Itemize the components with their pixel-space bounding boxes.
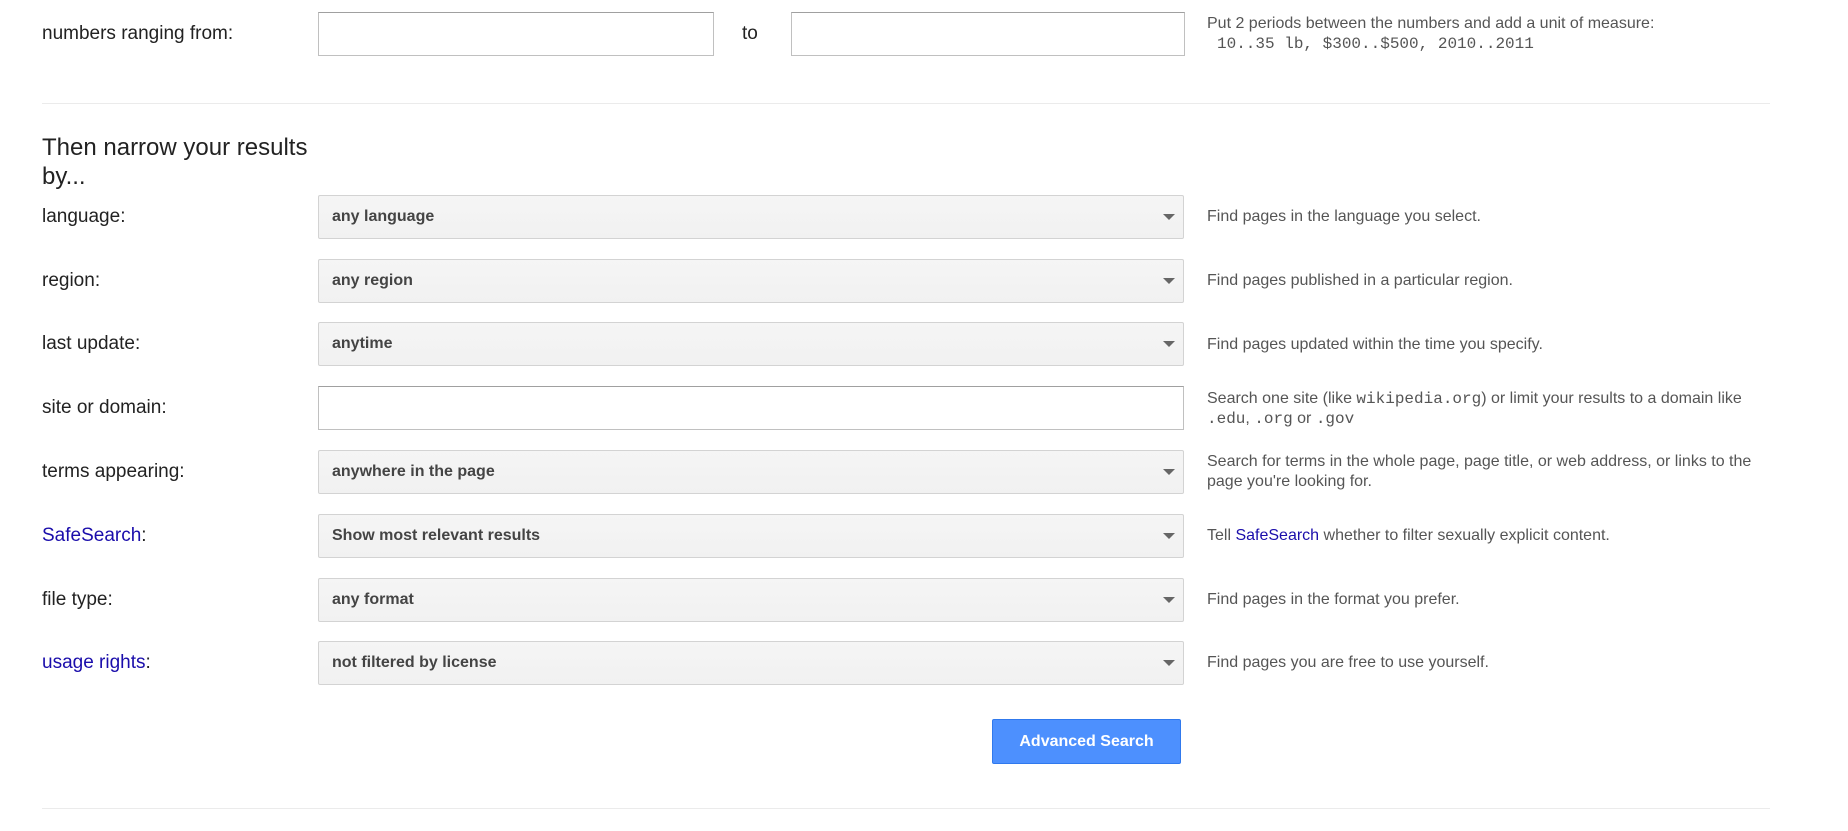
chevron-down-icon xyxy=(1163,341,1175,347)
safesearch-help-suffix: whether to filter sexually explicit cont… xyxy=(1319,527,1610,544)
top-divider xyxy=(42,103,1770,104)
usage-rights-label: usage rights: xyxy=(42,652,151,674)
numbers-help: Put 2 periods between the numbers and ad… xyxy=(1207,14,1787,54)
site-domain-help-or: or xyxy=(1292,410,1316,427)
last-update-help: Find pages updated within the time you s… xyxy=(1207,336,1543,353)
site-domain-input[interactable] xyxy=(318,386,1184,430)
site-domain-help-edu: .edu xyxy=(1207,410,1246,428)
usage-rights-label-link[interactable]: usage rights xyxy=(42,652,146,673)
usage-rights-help: Find pages you are free to use yourself. xyxy=(1207,654,1489,671)
site-domain-help-org: .org xyxy=(1254,410,1293,428)
file-type-help: Find pages in the format you prefer. xyxy=(1207,591,1460,608)
safesearch-label-link[interactable]: SafeSearch xyxy=(42,525,141,546)
chevron-down-icon xyxy=(1163,533,1175,539)
site-domain-help-gov: .gov xyxy=(1315,410,1355,428)
site-domain-help-middle: ) or limit your results to a domain like xyxy=(1481,390,1742,407)
bottom-divider xyxy=(42,808,1770,809)
safesearch-help-link[interactable]: SafeSearch xyxy=(1235,527,1319,544)
file-type-dropdown[interactable]: any format xyxy=(318,578,1184,622)
chevron-down-icon xyxy=(1163,214,1175,220)
terms-appearing-help: Search for terms in the whole page, page… xyxy=(1207,453,1752,490)
site-domain-help: Search one site (like wikipedia.org) or … xyxy=(1207,389,1787,429)
numbers-help-text: Put 2 periods between the numbers and ad… xyxy=(1207,15,1655,32)
safesearch-label-colon: : xyxy=(141,525,147,546)
region-label: region: xyxy=(42,270,101,291)
usage-rights-selected-value: not filtered by license xyxy=(332,654,497,671)
numbers-to-label: to xyxy=(742,23,758,44)
safesearch-label: SafeSearch: xyxy=(42,525,147,547)
safesearch-dropdown[interactable]: Show most relevant results xyxy=(318,514,1184,558)
safesearch-selected-value: Show most relevant results xyxy=(332,527,541,544)
site-domain-label: site or domain: xyxy=(42,397,167,418)
numbers-help-example: 10..35 lb, $300..$500, 2010..2011 xyxy=(1217,35,1534,53)
numbers-to-input[interactable] xyxy=(791,12,1185,56)
region-help: Find pages published in a particular reg… xyxy=(1207,272,1513,289)
chevron-down-icon xyxy=(1163,469,1175,475)
numbers-from-input[interactable] xyxy=(318,12,714,56)
file-type-selected-value: any format xyxy=(332,591,414,608)
last-update-selected-value: anytime xyxy=(332,335,393,352)
usage-rights-label-colon: : xyxy=(145,652,151,673)
safesearch-help: Tell SafeSearch whether to filter sexual… xyxy=(1207,526,1787,546)
language-help: Find pages in the language you select. xyxy=(1207,208,1481,225)
file-type-label: file type: xyxy=(42,589,113,610)
site-domain-help-example: wikipedia.org xyxy=(1356,390,1482,408)
site-domain-help-sep: , xyxy=(1245,410,1255,427)
safesearch-help-prefix: Tell xyxy=(1207,527,1236,544)
language-dropdown[interactable]: any language xyxy=(318,195,1184,239)
chevron-down-icon xyxy=(1163,278,1175,284)
numbers-range-label: numbers ranging from: xyxy=(42,23,234,44)
region-selected-value: any region xyxy=(332,272,413,289)
chevron-down-icon xyxy=(1163,660,1175,666)
advanced-search-button[interactable]: Advanced Search xyxy=(992,719,1181,764)
last-update-dropdown[interactable]: anytime xyxy=(318,322,1184,366)
language-selected-value: any language xyxy=(332,208,435,225)
language-label: language: xyxy=(42,206,126,227)
usage-rights-dropdown[interactable]: not filtered by license xyxy=(318,641,1184,685)
site-domain-help-prefix: Search one site (like xyxy=(1207,390,1357,407)
region-dropdown[interactable]: any region xyxy=(318,259,1184,303)
chevron-down-icon xyxy=(1163,597,1175,603)
terms-appearing-label: terms appearing: xyxy=(42,461,185,482)
advanced-search-page: numbers ranging from: to Put 2 periods b… xyxy=(0,0,1848,831)
terms-appearing-dropdown[interactable]: anywhere in the page xyxy=(318,450,1184,494)
section-title: Then narrow your results by... xyxy=(42,134,308,190)
terms-appearing-selected-value: anywhere in the page xyxy=(332,463,495,480)
last-update-label: last update: xyxy=(42,333,141,354)
